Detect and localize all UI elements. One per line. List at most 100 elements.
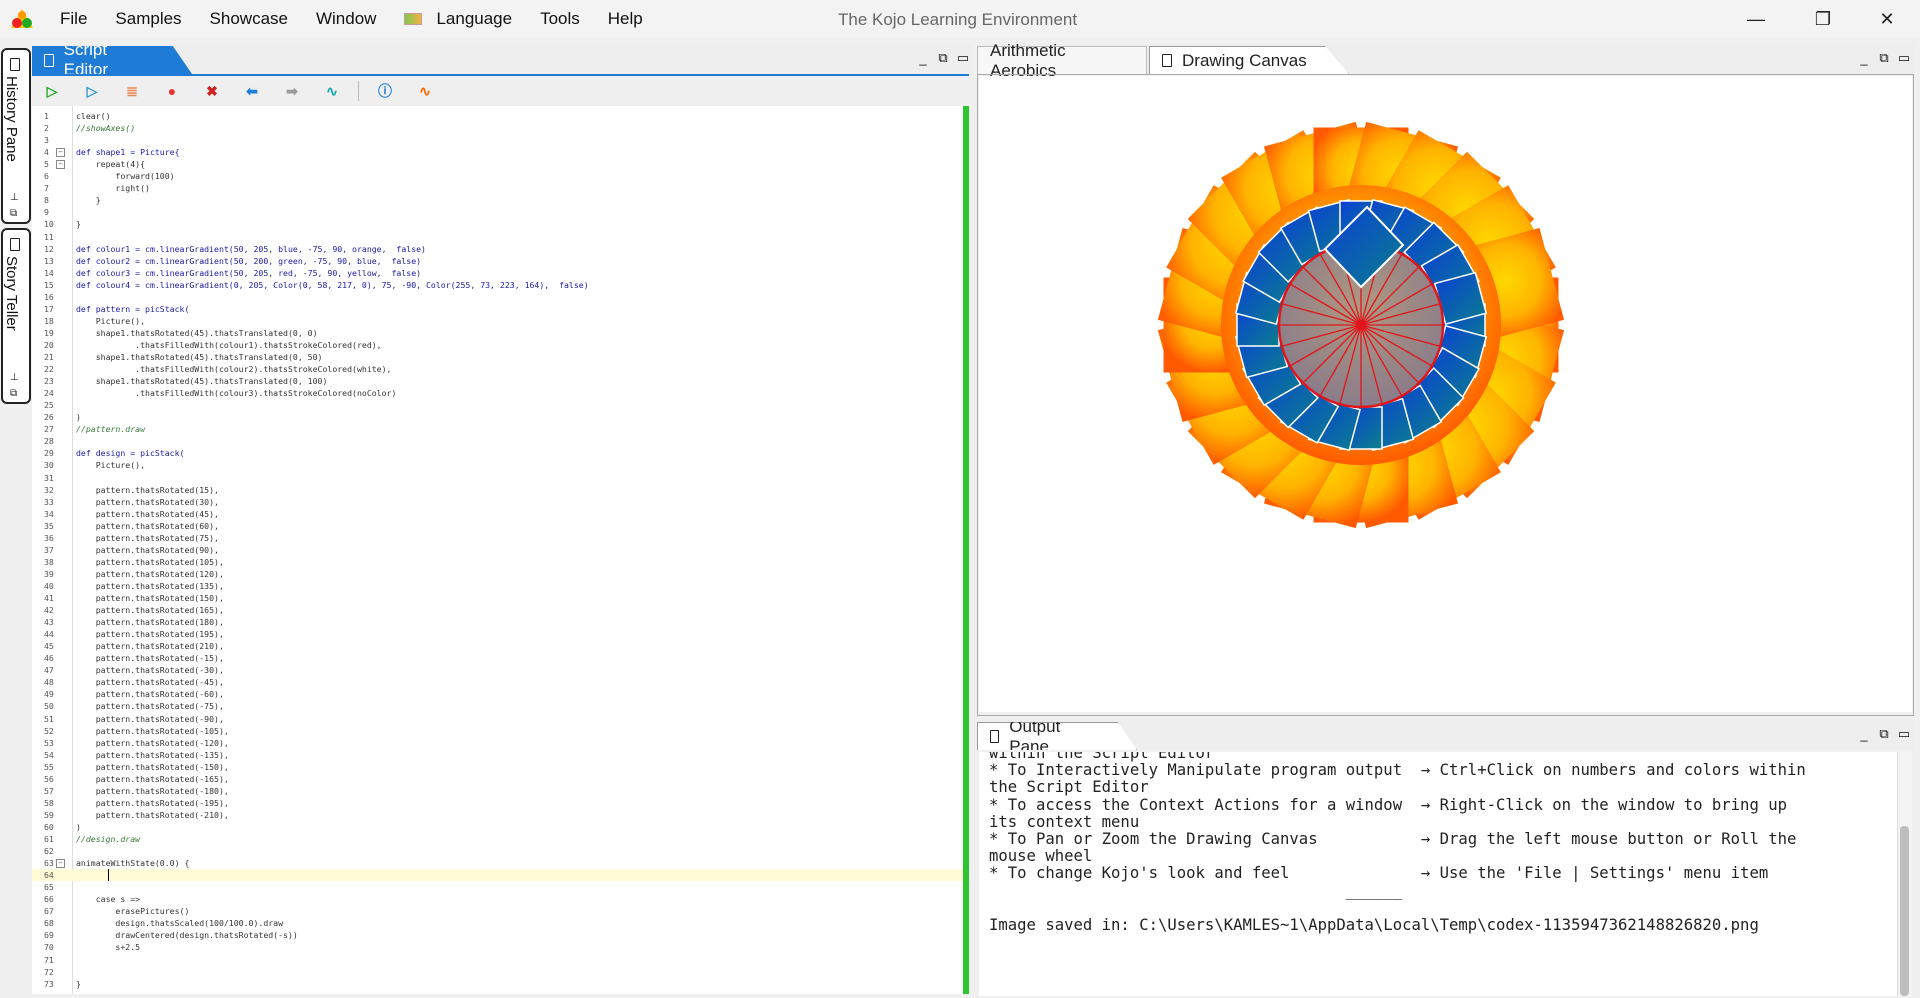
run-worksheet-icon[interactable]: ▷ (72, 79, 112, 103)
code-line[interactable]: 70 s+2.5 (32, 941, 963, 953)
code-line[interactable]: 49 pattern.thatsRotated(-60), (32, 688, 963, 700)
code-line[interactable]: 62 (32, 845, 963, 857)
code-line[interactable]: 73} (32, 978, 963, 990)
code-line[interactable]: 24 .thatsFilledWith(colour3).thatsStroke… (32, 387, 963, 399)
code-line[interactable]: 21 shape1.thatsRotated(45).thatsTranslat… (32, 351, 963, 363)
code-line[interactable]: 54 pattern.thatsRotated(-135), (32, 749, 963, 761)
code-line[interactable]: 18 Picture(), (32, 315, 963, 327)
code-line[interactable]: 2 //showAxes() (32, 122, 963, 134)
code-line[interactable]: 50 pattern.thatsRotated(-75), (32, 700, 963, 712)
menu-help[interactable]: Help (608, 9, 643, 29)
maximize-button[interactable]: ❐ (1793, 0, 1853, 38)
code-line[interactable]: 37 pattern.thatsRotated(90), (32, 544, 963, 556)
trace-icon[interactable]: ≣ (112, 79, 152, 103)
code-line[interactable]: 51 pattern.thatsRotated(-90), (32, 713, 963, 725)
output-text-area[interactable]: within the Script Editor * To Interactive… (979, 752, 1897, 996)
panel-minimize-icon[interactable]: _ (916, 51, 930, 66)
code-line[interactable]: 15 def colour4 = cm.linearGradient(0, 205… (32, 279, 963, 291)
panel-minimize-icon[interactable]: _ (1857, 727, 1871, 742)
code-line[interactable]: 31 (32, 472, 963, 484)
stop-icon[interactable]: ● (152, 79, 192, 103)
code-line[interactable]: 5− repeat(4){ (32, 158, 963, 170)
code-line[interactable]: 33 pattern.thatsRotated(30), (32, 496, 963, 508)
menu-file[interactable]: File (60, 9, 87, 29)
close-button[interactable]: ✕ (1857, 0, 1917, 38)
code-line[interactable]: 17 def pattern = picStack( (32, 303, 963, 315)
panel-maximize-icon[interactable]: ▭ (1897, 726, 1911, 742)
code-line[interactable]: 16 (32, 291, 963, 303)
code-line[interactable]: 10} (32, 218, 963, 230)
code-line[interactable]: 9 (32, 206, 963, 218)
code-line[interactable]: 59 pattern.thatsRotated(-210), (32, 809, 963, 821)
format-icon[interactable]: ∿ (312, 79, 352, 103)
code-line[interactable]: 61 //design.draw (32, 833, 963, 845)
code-line[interactable]: 11 (32, 231, 963, 243)
pin-icon[interactable]: ⊥ (10, 372, 19, 383)
code-line[interactable]: 48 pattern.thatsRotated(-45), (32, 676, 963, 688)
tab-output-pane[interactable]: Output Pane (977, 722, 1137, 750)
tab-drawing-canvas[interactable]: Drawing Canvas (1149, 46, 1349, 74)
float-icon[interactable]: ⧉ (10, 208, 17, 219)
code-line[interactable]: 53 pattern.thatsRotated(-120), (32, 737, 963, 749)
code-line[interactable]: 55 pattern.thatsRotated(-150), (32, 761, 963, 773)
code-line[interactable]: 69 drawCentered(design.thatsRotated(-s)) (32, 929, 963, 941)
code-line[interactable]: 58 pattern.thatsRotated(-195), (32, 797, 963, 809)
code-line[interactable]: 65 (32, 881, 963, 893)
code-line[interactable]: 8 } (32, 194, 963, 206)
code-line[interactable]: 46 pattern.thatsRotated(-15), (32, 652, 963, 664)
undo-icon[interactable]: ⬅ (232, 79, 272, 103)
code-line[interactable]: 56 pattern.thatsRotated(-165), (32, 773, 963, 785)
code-line[interactable]: 28 (32, 435, 963, 447)
code-editor[interactable]: 1 clear() 2 //showAxes() 3 4 − def shape1 = Pic… (32, 106, 963, 994)
code-line[interactable]: 6 forward(100) (32, 170, 963, 182)
code-line[interactable]: 19 shape1.thatsRotated(45).thatsTranslat… (32, 327, 963, 339)
code-line[interactable]: 7 right() (32, 182, 963, 194)
panel-float-icon[interactable]: ⧉ (1877, 50, 1891, 66)
code-line[interactable]: 38 pattern.thatsRotated(105), (32, 556, 963, 568)
output-scrollbar[interactable] (1897, 752, 1912, 996)
fold-toggle-icon[interactable]: − (56, 148, 65, 158)
code-line[interactable]: 40 pattern.thatsRotated(135), (32, 580, 963, 592)
code-line[interactable]: 47 pattern.thatsRotated(-30), (32, 664, 963, 676)
history-pane-tab[interactable]: History Pane ⊥ ⧉ (1, 48, 31, 224)
code-line[interactable]: 66 case s => (32, 893, 963, 905)
code-line[interactable]: 1 clear() (32, 110, 963, 122)
drawing-canvas[interactable] (979, 76, 1912, 712)
code-line[interactable]: 43 pattern.thatsRotated(180), (32, 616, 963, 628)
code-line[interactable]: 45 pattern.thatsRotated(210), (32, 640, 963, 652)
menu-window[interactable]: Window (316, 9, 376, 29)
code-line[interactable]: 63− animateWithState(0.0) { (32, 857, 963, 869)
panel-minimize-icon[interactable]: _ (1857, 51, 1871, 66)
tab-arithmetic-aerobics[interactable]: Arithmetic Aerobics (977, 41, 1147, 80)
redo-icon[interactable]: ➡ (272, 79, 312, 103)
fold-toggle-icon[interactable]: − (56, 859, 65, 869)
tab-script-editor[interactable]: Script Editor (32, 46, 192, 74)
pin-icon[interactable]: ⊥ (10, 192, 19, 203)
fold-toggle-icon[interactable]: − (56, 160, 65, 170)
panel-float-icon[interactable]: ⧉ (936, 50, 950, 66)
code-line[interactable]: 41 pattern.thatsRotated(150), (32, 592, 963, 604)
code-line[interactable]: 3 (32, 134, 963, 146)
code-line[interactable]: 30 Picture(), (32, 459, 963, 471)
code-line[interactable]: 13 def colour2 = cm.linearGradient(50, 20… (32, 255, 963, 267)
code-line[interactable]: 44 pattern.thatsRotated(195), (32, 628, 963, 640)
code-line[interactable]: 60) (32, 821, 963, 833)
code-line[interactable]: 71 (32, 954, 963, 966)
code-line[interactable]: 14 def colour3 = cm.linearGradient(50, 20… (32, 267, 963, 279)
float-icon[interactable]: ⧉ (10, 388, 17, 399)
code-line[interactable]: 52 pattern.thatsRotated(-105), (32, 725, 963, 737)
menu-samples[interactable]: Samples (115, 9, 181, 29)
code-line[interactable]: 68 design.thatsScaled(100/100.0).draw (32, 917, 963, 929)
kojo-feedback-icon[interactable]: ∿ (405, 79, 445, 103)
code-line[interactable]: 26) (32, 411, 963, 423)
help-icon[interactable]: ⓘ (365, 79, 405, 103)
code-line[interactable]: 27 //pattern.draw (32, 423, 963, 435)
clear-output-icon[interactable]: ✖ (192, 79, 232, 103)
panel-maximize-icon[interactable]: ▭ (956, 50, 970, 66)
code-line[interactable]: 20 .thatsFilledWith(colour1).thatsStroke… (32, 339, 963, 351)
code-line[interactable]: 35 pattern.thatsRotated(60), (32, 520, 963, 532)
scrollbar-thumb[interactable] (1900, 826, 1909, 996)
panel-float-icon[interactable]: ⧉ (1877, 726, 1891, 742)
code-line[interactable]: 42 pattern.thatsRotated(165), (32, 604, 963, 616)
menu-showcase[interactable]: Showcase (210, 9, 288, 29)
